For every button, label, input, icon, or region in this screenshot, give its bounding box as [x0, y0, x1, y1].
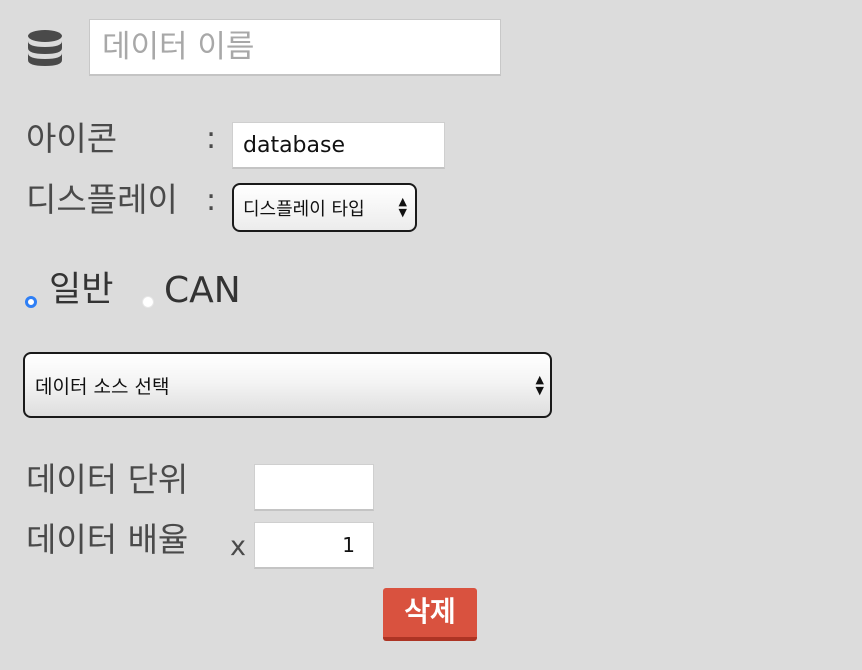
icon-label: 아이콘 — [26, 119, 118, 158]
mode-radio-can[interactable] — [142, 296, 154, 308]
mode-radio-normal[interactable] — [25, 296, 37, 308]
database-icon — [28, 30, 62, 66]
mode-radio-can-label[interactable]: CAN — [164, 273, 241, 309]
multiply-symbol: x — [230, 531, 246, 562]
select-updown-icon: ▲ ▼ — [398, 195, 407, 219]
data-name-input[interactable] — [89, 19, 501, 76]
mode-radio-normal-label[interactable]: 일반 — [49, 273, 113, 308]
data-source-select[interactable]: 데이터 소스 선택 ▲ ▼ — [23, 352, 552, 418]
display-type-select-value: 디스플레이 타입 — [243, 198, 365, 220]
data-multiplier-input[interactable] — [254, 522, 374, 569]
data-unit-label: 데이터 단위 — [26, 460, 189, 499]
data-multiplier-label: 데이터 배율 — [26, 520, 189, 559]
display-label: 디스플레이 — [26, 180, 178, 219]
select-updown-icon: ▲ ▼ — [535, 373, 544, 397]
icon-colon: : — [206, 121, 217, 156]
data-source-select-value: 데이터 소스 선택 — [35, 375, 170, 398]
icon-name-input[interactable] — [232, 122, 445, 169]
data-unit-input[interactable] — [254, 464, 374, 511]
delete-button[interactable]: 삭제 — [383, 588, 477, 641]
display-colon: : — [206, 183, 217, 218]
display-type-select[interactable]: 디스플레이 타입 ▲ ▼ — [232, 183, 417, 232]
